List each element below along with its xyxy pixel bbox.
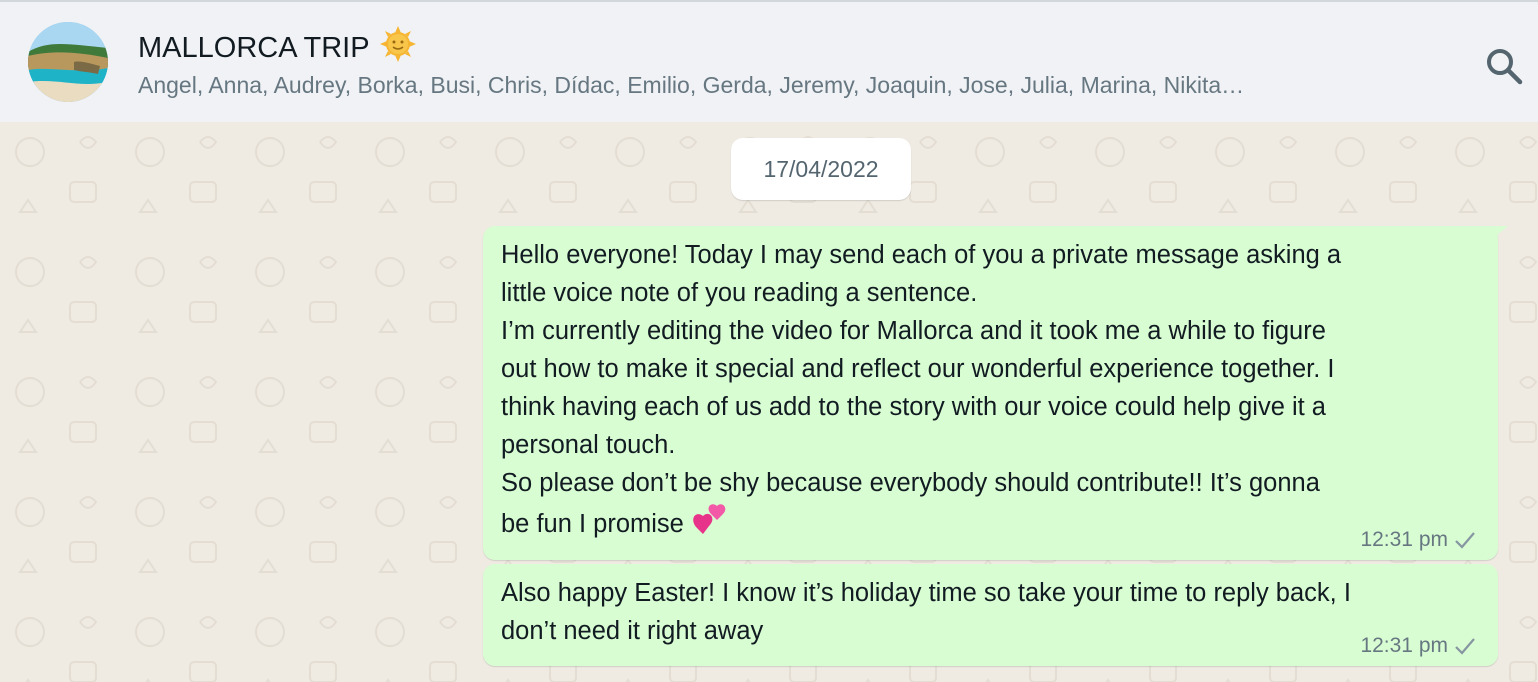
group-title[interactable]: MALLORCA TRIP (138, 26, 416, 70)
sun-with-face-icon (379, 26, 416, 70)
search-button[interactable] (1484, 46, 1524, 86)
outgoing-message[interactable]: Hello everyone! Today I may send each of… (483, 226, 1508, 560)
message-time: 12:31 pm (1360, 634, 1448, 657)
sent-check-icon (1455, 638, 1475, 655)
message-meta: 12:31 pm (1360, 528, 1476, 552)
sent-check-icon (1455, 532, 1475, 549)
search-icon (1487, 49, 1523, 85)
bubble-tail (1486, 226, 1508, 244)
group-members-list[interactable]: Angel, Anna, Audrey, Borka, Busi, Chris,… (138, 72, 1438, 99)
message-meta: 12:31 pm (1360, 634, 1476, 658)
date-separator: 17/04/2022 (731, 138, 911, 200)
outgoing-message[interactable]: Also happy Easter! I know it’s holiday t… (483, 564, 1498, 666)
two-hearts-icon (691, 502, 729, 547)
chat-header: MALLORCA TRIP Angel, Anna, Audrey, Borka… (0, 0, 1538, 122)
message-text: Also happy Easter! I know it’s holiday t… (501, 579, 1351, 645)
message-time: 12:31 pm (1360, 528, 1448, 551)
message-list[interactable]: 17/04/2022 Hello everyone! Today I may s… (0, 122, 1538, 682)
group-avatar[interactable] (28, 22, 108, 102)
group-name: MALLORCA TRIP (138, 31, 370, 64)
message-text: Hello everyone! Today I may send each of… (501, 236, 1480, 547)
